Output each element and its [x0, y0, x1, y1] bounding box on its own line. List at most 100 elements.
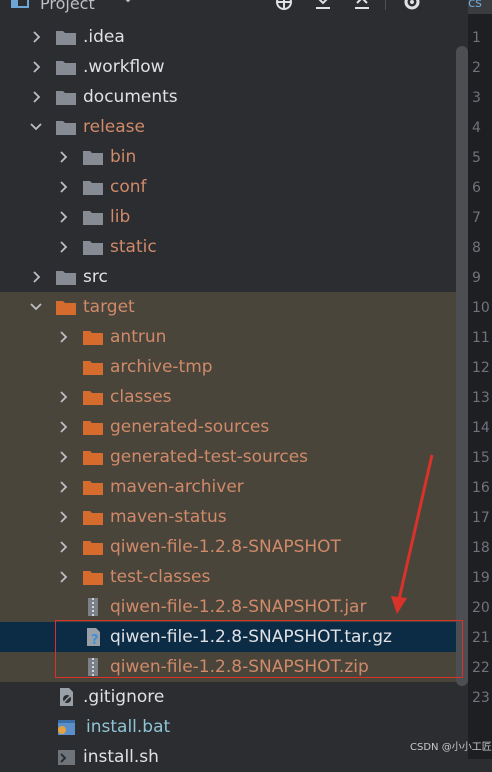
toolbar-divider	[385, 0, 386, 10]
tree-row[interactable]: classes	[0, 382, 468, 412]
project-toolbar: Project	[0, 0, 468, 16]
tree-row[interactable]: qiwen-file-1.2.8-SNAPSHOT	[0, 532, 468, 562]
tree-row-label: documents	[83, 87, 178, 107]
chevron-right-icon[interactable]	[28, 89, 44, 105]
tree-row[interactable]: documents	[0, 82, 468, 112]
tree-row[interactable]: maven-status	[0, 502, 468, 532]
line-number: 15	[472, 450, 490, 466]
tree-row[interactable]: test-classes	[0, 562, 468, 592]
tree-row-label: .gitignore	[83, 687, 165, 707]
folder-icon	[82, 208, 104, 226]
folder-icon	[82, 508, 104, 526]
tree-row[interactable]: bin	[0, 142, 468, 172]
tree-row[interactable]: maven-archiver	[0, 472, 468, 502]
line-number: 21	[472, 630, 490, 646]
chevron-right-icon[interactable]	[55, 569, 71, 585]
settings-icon[interactable]	[402, 0, 422, 12]
chevron-right-icon[interactable]	[55, 449, 71, 465]
tree-row[interactable]: antrun	[0, 322, 468, 352]
tree-row[interactable]: install.bat	[0, 712, 468, 742]
tree-row[interactable]: src	[0, 262, 468, 292]
watermark: CSDN @小小工匠	[410, 742, 492, 753]
chevron-right-icon[interactable]	[55, 149, 71, 165]
expand-all-icon[interactable]	[313, 0, 333, 12]
tree-row[interactable]: target	[0, 292, 468, 322]
tree-row-label: classes	[110, 387, 172, 407]
tree-row[interactable]: install.sh	[0, 742, 468, 772]
line-number: 12	[472, 360, 490, 376]
line-number: 20	[472, 600, 490, 616]
folder-icon	[82, 448, 104, 466]
tree-row[interactable]: .idea	[0, 22, 468, 52]
chevron-right-icon[interactable]	[55, 509, 71, 525]
line-number: 6	[472, 180, 481, 196]
scrollbar-thumb[interactable]	[456, 46, 468, 686]
chevron-down-icon[interactable]	[28, 299, 44, 315]
chevron-right-icon[interactable]	[55, 389, 71, 405]
chevron-right-icon[interactable]	[55, 539, 71, 555]
tree-row-label: install.bat	[86, 717, 171, 737]
folder-icon	[55, 298, 77, 316]
folder-icon	[55, 28, 77, 46]
folder-icon	[55, 88, 77, 106]
tree-row[interactable]: generated-sources	[0, 412, 468, 442]
folder-icon	[82, 538, 104, 556]
svg-text:?: ?	[91, 633, 99, 646]
tree-row[interactable]: conf	[0, 172, 468, 202]
project-window-icon	[11, 0, 29, 8]
tree-row-label: bin	[110, 147, 137, 167]
tree-row[interactable]: .workflow	[0, 52, 468, 82]
tree-row[interactable]: archive-tmp	[0, 352, 468, 382]
chevron-right-icon[interactable]	[28, 29, 44, 45]
chevron-right-icon[interactable]	[28, 269, 44, 285]
tree-row-label: static	[110, 237, 157, 257]
tree-row-label: install.sh	[83, 747, 159, 767]
chevron-right-icon[interactable]	[55, 179, 71, 195]
line-number: 1	[472, 30, 481, 46]
tree-row[interactable]: lib	[0, 202, 468, 232]
tree-row-label: src	[83, 267, 108, 287]
tree-row[interactable]: generated-test-sources	[0, 442, 468, 472]
folder-icon	[82, 388, 104, 406]
tree-row-label: target	[83, 297, 135, 317]
tree-row[interactable]: .gitignore	[0, 682, 468, 712]
chevron-right-icon[interactable]	[55, 329, 71, 345]
editor-tab[interactable]: cs	[468, 0, 492, 14]
locate-icon[interactable]	[274, 0, 294, 12]
tree-row-label: qiwen-file-1.2.8-SNAPSHOT.zip	[110, 657, 369, 677]
tree-row[interactable]: release	[0, 112, 468, 142]
chevron-right-icon[interactable]	[28, 59, 44, 75]
line-number: 14	[472, 420, 490, 436]
folder-icon	[55, 58, 77, 76]
chevron-down-icon[interactable]	[120, 0, 136, 7]
line-number: 13	[472, 390, 490, 406]
tree-row-label: archive-tmp	[110, 357, 213, 377]
tree-row[interactable]: qiwen-file-1.2.8-SNAPSHOT.jar	[0, 592, 468, 622]
tree-row-label: test-classes	[110, 567, 211, 587]
line-number: 22	[472, 660, 490, 676]
line-number: 7	[472, 210, 481, 226]
tree-row[interactable]: static	[0, 232, 468, 262]
hide-panel-icon[interactable]	[440, 0, 464, 12]
chevron-right-icon[interactable]	[55, 479, 71, 495]
line-number: 5	[472, 150, 481, 166]
unknown-file-icon: ?	[82, 628, 104, 648]
editor-tab-label[interactable]: cs	[468, 0, 482, 11]
line-number: 2	[472, 60, 481, 76]
line-number: 19	[472, 570, 490, 586]
folder-icon	[82, 178, 104, 196]
tree-row[interactable]: qiwen-file-1.2.8-SNAPSHOT.zip	[0, 652, 468, 682]
line-number: 10	[472, 300, 490, 316]
collapse-all-icon[interactable]	[352, 0, 372, 12]
line-number: 9	[472, 270, 481, 286]
panel-title[interactable]: Project	[40, 0, 95, 13]
folder-icon	[55, 268, 77, 286]
folder-icon	[82, 478, 104, 496]
chevron-right-icon[interactable]	[55, 239, 71, 255]
line-number: 16	[472, 480, 490, 496]
chevron-right-icon[interactable]	[55, 209, 71, 225]
chevron-right-icon[interactable]	[55, 419, 71, 435]
chevron-down-icon[interactable]	[28, 119, 44, 135]
tree-row[interactable]: ? qiwen-file-1.2.8-SNAPSHOT.tar.gz	[0, 622, 468, 652]
line-number: 3	[472, 90, 481, 106]
